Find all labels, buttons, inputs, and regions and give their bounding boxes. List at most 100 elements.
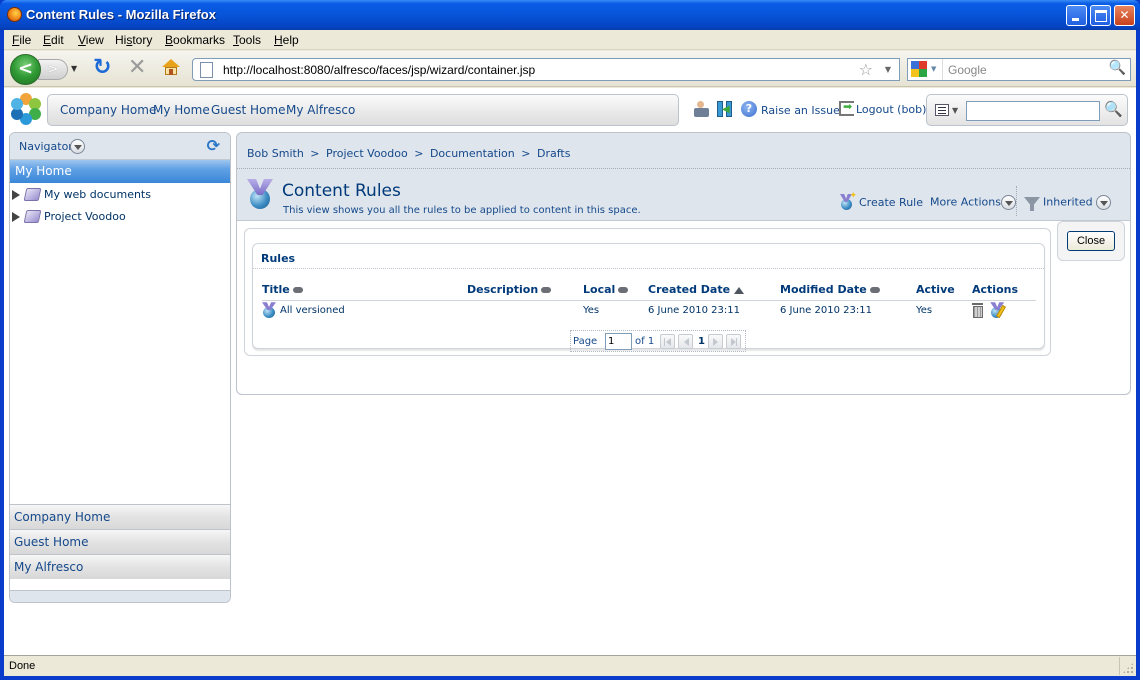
nav-company-home[interactable]: Company Home (60, 103, 156, 117)
help-icon[interactable]: ? (741, 101, 757, 117)
user-profile-icon[interactable] (694, 101, 710, 117)
breadcrumb-separator: > (414, 147, 424, 160)
web-search-input[interactable]: Google (948, 63, 987, 77)
column-description[interactable]: Description (467, 280, 583, 301)
forward-icon: > (47, 62, 59, 77)
tree-item-label[interactable]: My web documents (44, 188, 151, 201)
expand-icon[interactable] (12, 190, 20, 200)
logout-link[interactable]: Logout (bob) (856, 103, 926, 116)
shelf-label: Company Home (14, 510, 111, 524)
column-label: Local (583, 283, 616, 297)
column-title[interactable]: Title (262, 280, 467, 301)
close-button[interactable]: Close (1067, 231, 1115, 251)
column-modified-date[interactable]: Modified Date (780, 280, 916, 301)
inherited-filter-menu[interactable]: Inherited (1043, 195, 1112, 210)
engine-dropdown-icon[interactable]: ▼ (931, 65, 936, 73)
alfresco-logo[interactable] (10, 93, 42, 125)
cell-title[interactable]: All versioned (262, 300, 467, 320)
nav-my-alfresco[interactable]: My Alfresco (286, 103, 355, 117)
url-text[interactable]: http://localhost:8080/alfresco/faces/jsp… (223, 63, 535, 77)
minimize-button[interactable] (1066, 5, 1087, 26)
tree-item[interactable]: Project Voodoo (12, 207, 222, 227)
sort-icon[interactable] (541, 287, 552, 294)
navigator-footer (10, 590, 230, 602)
nav-guest-home[interactable]: Guest Home (211, 103, 286, 117)
column-actions: Actions (972, 280, 1036, 301)
history-dropdown-icon[interactable]: ▼ (71, 64, 77, 73)
menu-help[interactable]: Help (274, 33, 299, 47)
shelf-guest-home[interactable]: Guest Home (10, 529, 230, 554)
column-local[interactable]: Local (583, 280, 648, 301)
breadcrumb-item[interactable]: Documentation (430, 147, 515, 160)
nav-my-home[interactable]: My Home (153, 103, 210, 117)
refresh-icon[interactable]: ⟳ (207, 136, 220, 155)
alfresco-search: ▼ 🔍 (926, 94, 1128, 126)
web-search-box[interactable]: ▼ Google 🔍 (907, 58, 1131, 81)
navigator-menu-icon[interactable] (70, 139, 85, 154)
page-icon (200, 62, 213, 78)
stop-icon[interactable]: ✕ (128, 56, 146, 80)
search-icon[interactable]: 🔍 (1104, 100, 1123, 118)
page-count: of 1 (635, 336, 655, 347)
menu-history[interactable]: History (115, 33, 152, 47)
search-options-dropdown-icon[interactable]: ▼ (952, 106, 958, 115)
breadcrumb-item[interactable]: Project Voodoo (326, 147, 408, 160)
alfresco-search-input[interactable] (966, 101, 1100, 121)
shelf-company-home[interactable]: Company Home (10, 504, 230, 529)
search-magnifier-icon[interactable]: 🔍 (1109, 60, 1126, 76)
sort-ascending-icon[interactable] (734, 286, 745, 294)
logout-icon[interactable] (839, 100, 854, 116)
sort-icon[interactable] (292, 287, 303, 294)
menu-edit[interactable]: Edit (43, 33, 64, 47)
url-dropdown-icon[interactable]: ▼ (885, 65, 891, 74)
delete-icon[interactable] (972, 303, 983, 319)
status-bar: Done (4, 655, 1136, 676)
menu-file[interactable]: File (12, 33, 31, 47)
tree-item-label[interactable]: Project Voodoo (44, 210, 126, 223)
create-rule-icon[interactable]: ✦ (840, 191, 857, 210)
page-viewport: Company Home My Home Guest Home My Alfre… (4, 88, 1136, 655)
tree-item[interactable]: My web documents (12, 185, 222, 205)
breadcrumb-item[interactable]: Bob Smith (247, 147, 304, 160)
create-rule-link[interactable]: Create Rule (859, 196, 923, 209)
sort-icon[interactable] (869, 287, 880, 294)
edit-rule-icon[interactable] (990, 302, 1007, 319)
toggle-shelf-icon[interactable]: ◀ (717, 101, 733, 117)
column-active: Active (916, 280, 972, 301)
rule-title[interactable]: All versioned (280, 305, 345, 316)
shelf-my-alfresco[interactable]: My Alfresco (10, 554, 230, 579)
chevron-down-icon[interactable] (1000, 195, 1016, 210)
forward-button[interactable]: > (38, 59, 68, 80)
search-options-icon[interactable] (935, 104, 949, 116)
previous-page-button[interactable] (678, 334, 693, 349)
more-actions-menu[interactable]: More Actions (930, 195, 1016, 210)
column-label: Modified Date (780, 283, 867, 297)
rules-panel: Rules Title Description Local Created Da… (252, 243, 1045, 352)
close-window-button[interactable]: ✕ (1114, 5, 1135, 26)
url-bar[interactable]: http://localhost:8080/alfresco/faces/jsp… (192, 58, 900, 81)
column-created-date[interactable]: Created Date (648, 280, 780, 301)
page-number-input[interactable] (605, 333, 632, 350)
menu-bookmarks[interactable]: Bookmarks (165, 33, 225, 47)
first-page-button[interactable] (660, 334, 675, 349)
maximize-button[interactable] (1090, 5, 1111, 26)
raise-issue-link[interactable]: Raise an Issue (761, 104, 840, 117)
breadcrumb-item[interactable]: Drafts (537, 147, 570, 160)
rules-heading: Rules (261, 252, 296, 265)
sort-icon[interactable] (618, 287, 629, 294)
menu-tools[interactable]: Tools (233, 33, 261, 47)
column-label: Description (467, 283, 539, 297)
back-button[interactable]: < (10, 54, 41, 85)
bookmark-star-icon[interactable]: ☆ (859, 60, 873, 79)
expand-icon[interactable] (12, 212, 20, 222)
window-title: Content Rules - Mozilla Firefox (26, 7, 216, 22)
home-icon[interactable] (162, 59, 180, 75)
reload-icon[interactable]: ↻ (93, 57, 111, 79)
navigator-my-home[interactable]: My Home (10, 160, 230, 183)
last-page-button[interactable] (726, 334, 741, 349)
next-page-button[interactable] (708, 334, 723, 349)
chevron-down-icon[interactable] (1096, 195, 1112, 210)
google-icon[interactable] (911, 61, 928, 78)
menu-view[interactable]: View (78, 33, 104, 47)
resize-grip[interactable] (1122, 662, 1134, 674)
